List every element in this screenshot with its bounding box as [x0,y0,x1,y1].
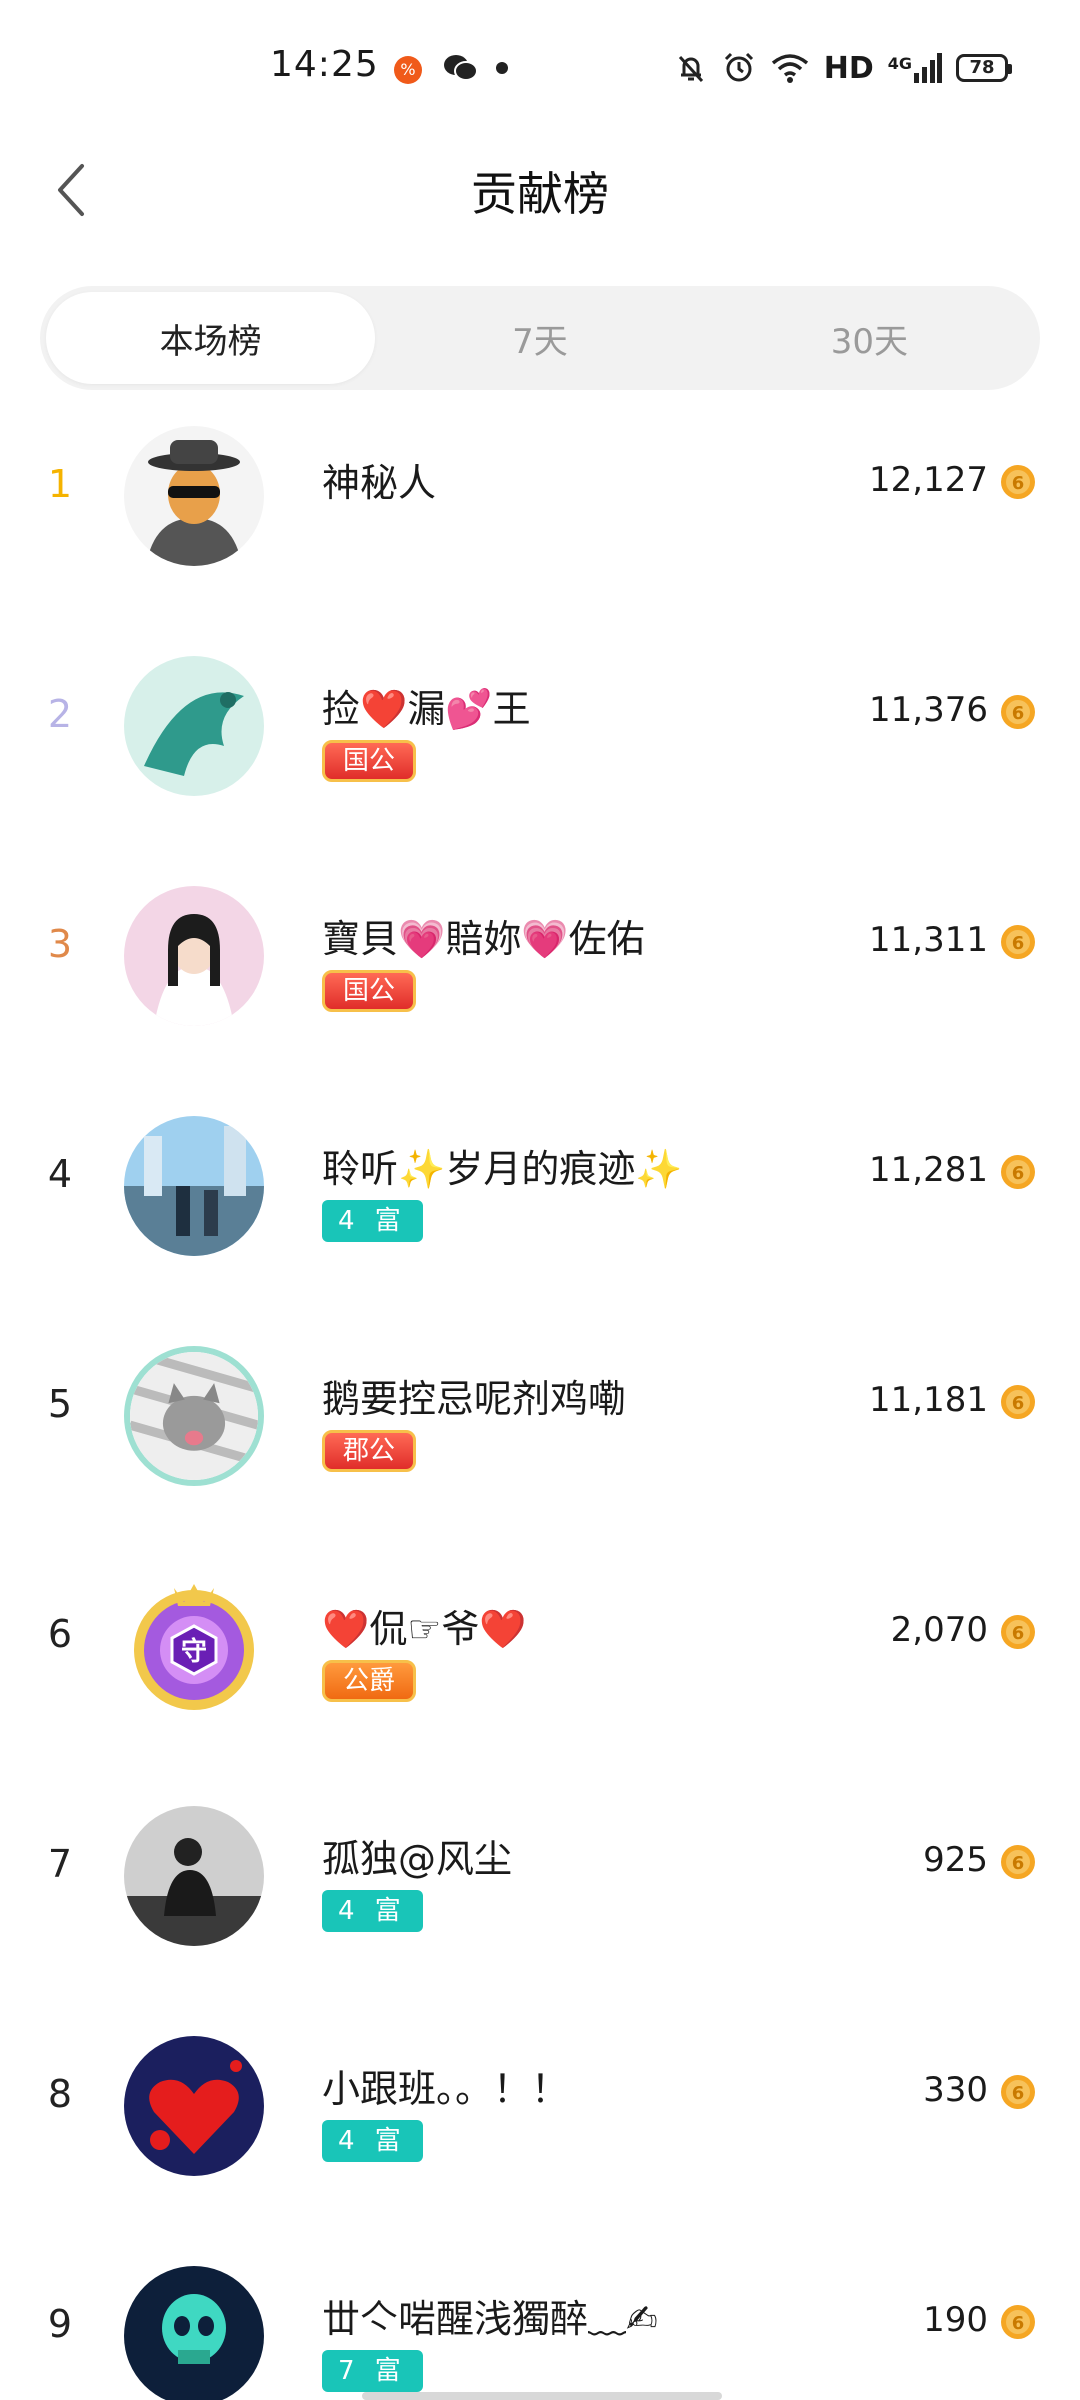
wifi-icon [771,54,808,83]
svg-text:守: 守 [181,1636,207,1667]
coin-icon: 6 [1001,1615,1035,1649]
ranking-list: 1 神秘人 12,127 6 2 捡❤️漏� [0,410,1080,2400]
mute-bell-icon [678,55,703,83]
user-name: 小跟班。。！！ [322,2067,570,2111]
avatar[interactable] [124,426,264,566]
wechat-icon [444,55,478,81]
user-name: 孤独@风尘 [322,1837,513,1881]
home-indicator[interactable] [362,2392,722,2400]
list-item[interactable]: 7 孤独@风尘 4 富 925 6 [0,1790,1080,2020]
avatar[interactable] [124,1116,264,1256]
contribution-score: 11,311 [869,920,988,960]
coin-icon: 6 [1001,2075,1035,2109]
svg-text:6: 6 [1012,1163,1025,1184]
list-item[interactable]: 4 聆听✨岁月的痕迹✨ 4 富 11,281 6 [0,1100,1080,1330]
user-name: 鹅要控忌呢剂鸡嘞 [322,1377,627,1421]
wealth-level-badge: 4 富 [322,1200,423,1242]
user-name: 聆听✨岁月的痕迹✨ [322,1147,683,1191]
app-notification-icon: % [394,56,422,84]
rank-number: 6 [47,1612,73,1656]
list-item[interactable]: 5 鹅要控忌呢剂鸡嘞 郡公 11,181 6 [0,1330,1080,1560]
rank-number: 1 [47,462,73,506]
list-item[interactable]: 9 丗亽啱醒浅獨醉﹏✍ 7 富 190 6 [0,2250,1080,2400]
contribution-score: 12,127 [869,460,988,500]
battery-icon: 78 [956,54,1012,82]
coin-icon: 6 [1001,1385,1035,1419]
svg-text:6: 6 [1012,1623,1025,1644]
avatar[interactable] [124,886,264,1026]
network-type: 4G [887,54,912,73]
coin-icon: 6 [1001,2305,1035,2339]
wealth-level-badge: 4 富 [322,2120,423,2162]
avatar[interactable] [124,1346,264,1486]
contribution-score: 11,376 [869,690,988,730]
wealth-level-badge: 4 富 [322,1890,423,1932]
alarm-icon [724,52,753,82]
coin-icon: 6 [1001,695,1035,729]
signal-icon: 4G [888,53,942,83]
hd-indicator: HD [823,50,874,86]
user-name: 丗亽啱醒浅獨醉﹏✍ [322,2297,658,2341]
avatar[interactable] [124,1806,264,1946]
svg-text:6: 6 [1012,2083,1025,2104]
contribution-score: 330 [923,2070,988,2110]
tab-this-session[interactable]: 本场榜 [46,292,376,384]
svg-text:6: 6 [1012,2313,1025,2334]
list-item[interactable]: 3 寶貝💗賠妳💗佐佑 国公 11,311 6 [0,870,1080,1100]
status-time: 14:25 [270,44,379,85]
rank-badge: 公爵 [322,1660,417,1702]
svg-text:6: 6 [1012,703,1025,724]
svg-text:6: 6 [1012,933,1025,954]
avatar[interactable] [124,2036,264,2176]
rank-badge: 郡公 [322,1430,417,1472]
page-title: 贡献榜 [471,167,609,221]
ranking-tabs: 本场榜 7天 30天 [40,286,1040,390]
contribution-score: 190 [923,2300,988,2340]
status-bar: 14:25 % HD 4G 78 [0,0,1080,130]
rank-number: 8 [47,2072,73,2116]
header: 贡献榜 [0,130,1080,250]
contribution-score: 11,281 [869,1150,988,1190]
rank-badge: 国公 [322,740,417,782]
user-name: 捡❤️漏💕王 [322,687,531,731]
rank-number: 4 [47,1152,73,1196]
coin-icon: 6 [1001,1845,1035,1879]
tab-30-days[interactable]: 30天 [705,292,1034,384]
user-name: ❤️侃☞爷❤️ [322,1607,527,1651]
rank-number: 5 [47,1382,73,1426]
contribution-score: 2,070 [890,1610,988,1650]
tab-7-days[interactable]: 7天 [375,292,704,384]
guardian-avatar[interactable]: 守 [124,1576,264,1716]
svg-text:6: 6 [1012,473,1025,494]
rank-number: 2 [47,692,73,736]
user-name: 寶貝💗賠妳💗佐佑 [322,917,645,961]
list-item[interactable]: 2 捡❤️漏💕王 国公 11,376 6 [0,640,1080,870]
status-icons: HD 4G 78 [674,48,1012,88]
contribution-score: 925 [923,1840,988,1880]
rank-number: 7 [47,1842,73,1886]
list-item[interactable]: 8 小跟班。。！！ 4 富 330 6 [0,2020,1080,2250]
wealth-level-badge: 7 富 [322,2350,423,2392]
user-name: 神秘人 [322,461,437,505]
rank-number: 3 [47,922,73,966]
coin-icon: 6 [1001,925,1035,959]
coin-icon: 6 [1001,1155,1035,1189]
notification-dot [496,62,508,74]
avatar[interactable] [124,656,264,796]
rank-number: 9 [47,2302,73,2346]
svg-text:6: 6 [1012,1853,1025,1874]
rank-badge: 国公 [322,970,417,1012]
svg-text:6: 6 [1012,1393,1025,1414]
coin-icon: 6 [1001,465,1035,499]
list-item[interactable]: 6 守 ❤️侃☞爷❤️ 公爵 2,070 6 [0,1560,1080,1790]
contribution-score: 11,181 [869,1380,988,1420]
list-item[interactable]: 1 神秘人 12,127 6 [0,410,1080,640]
avatar[interactable] [124,2266,264,2400]
